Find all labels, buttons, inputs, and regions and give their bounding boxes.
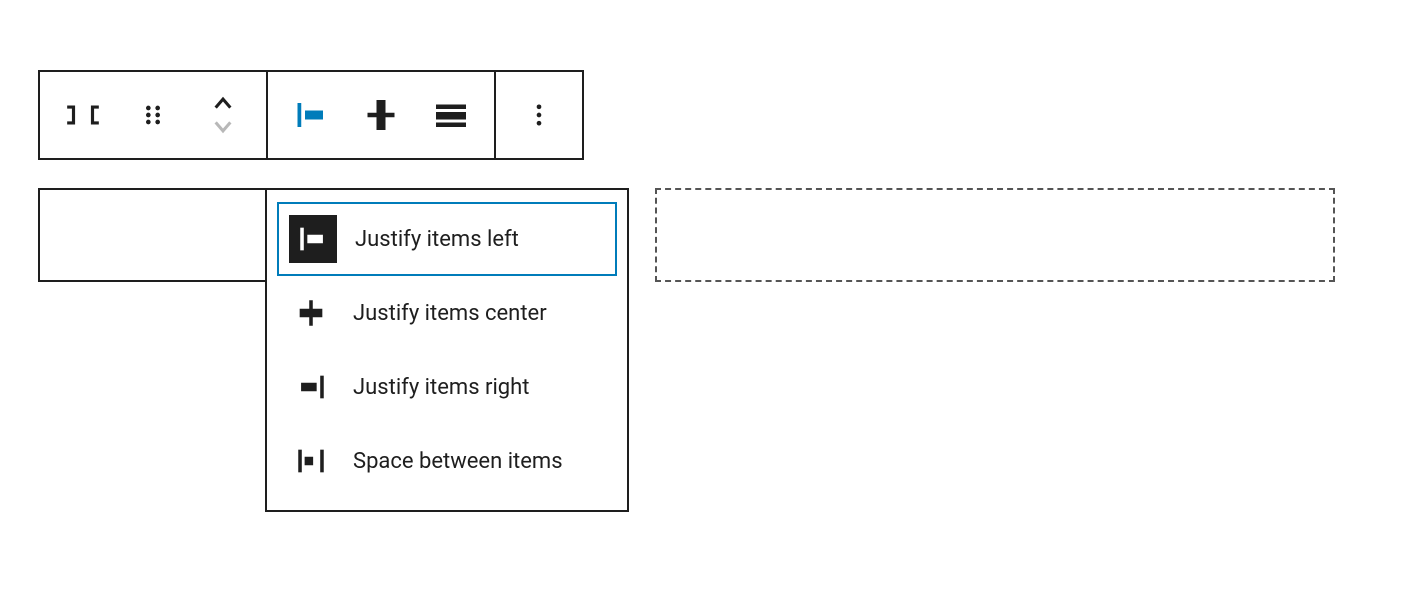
block-toolbar (38, 70, 584, 160)
drag-handle-icon (139, 101, 167, 129)
vertical-align-button[interactable] (346, 72, 416, 158)
menu-item-label: Space between items (353, 449, 563, 474)
toolbar-group-more (496, 72, 582, 158)
menu-item-label: Justify items right (353, 375, 529, 400)
menu-item-space-between[interactable]: Space between items (277, 424, 617, 498)
justify-menu-popover: Justify items left Justify items center … (265, 188, 629, 512)
row-icon (64, 96, 102, 134)
align-wide-button[interactable] (416, 72, 486, 158)
menu-item-label: Justify items center (353, 301, 547, 326)
block-placeholder[interactable] (655, 188, 1335, 282)
toolbar-group-block (40, 72, 268, 158)
move-up-down-button[interactable] (188, 72, 258, 158)
chevron-up-down-icon (208, 93, 238, 137)
space-between-icon (287, 437, 335, 485)
menu-item-justify-center[interactable]: Justify items center (277, 276, 617, 350)
more-vertical-icon (525, 101, 553, 129)
align-wide-icon (433, 97, 469, 133)
justify-left-icon (289, 215, 337, 263)
justify-button[interactable] (276, 72, 346, 158)
menu-item-label: Justify items left (355, 227, 519, 252)
menu-item-justify-left[interactable]: Justify items left (277, 202, 617, 276)
menu-item-justify-right[interactable]: Justify items right (277, 350, 617, 424)
more-options-button[interactable] (504, 72, 574, 158)
drag-handle-button[interactable] (118, 72, 188, 158)
justify-left-icon (293, 97, 329, 133)
justify-center-icon (287, 289, 335, 337)
align-middle-icon (363, 97, 399, 133)
justify-right-icon (287, 363, 335, 411)
toolbar-group-alignment (268, 72, 496, 158)
block-type-button[interactable] (48, 72, 118, 158)
